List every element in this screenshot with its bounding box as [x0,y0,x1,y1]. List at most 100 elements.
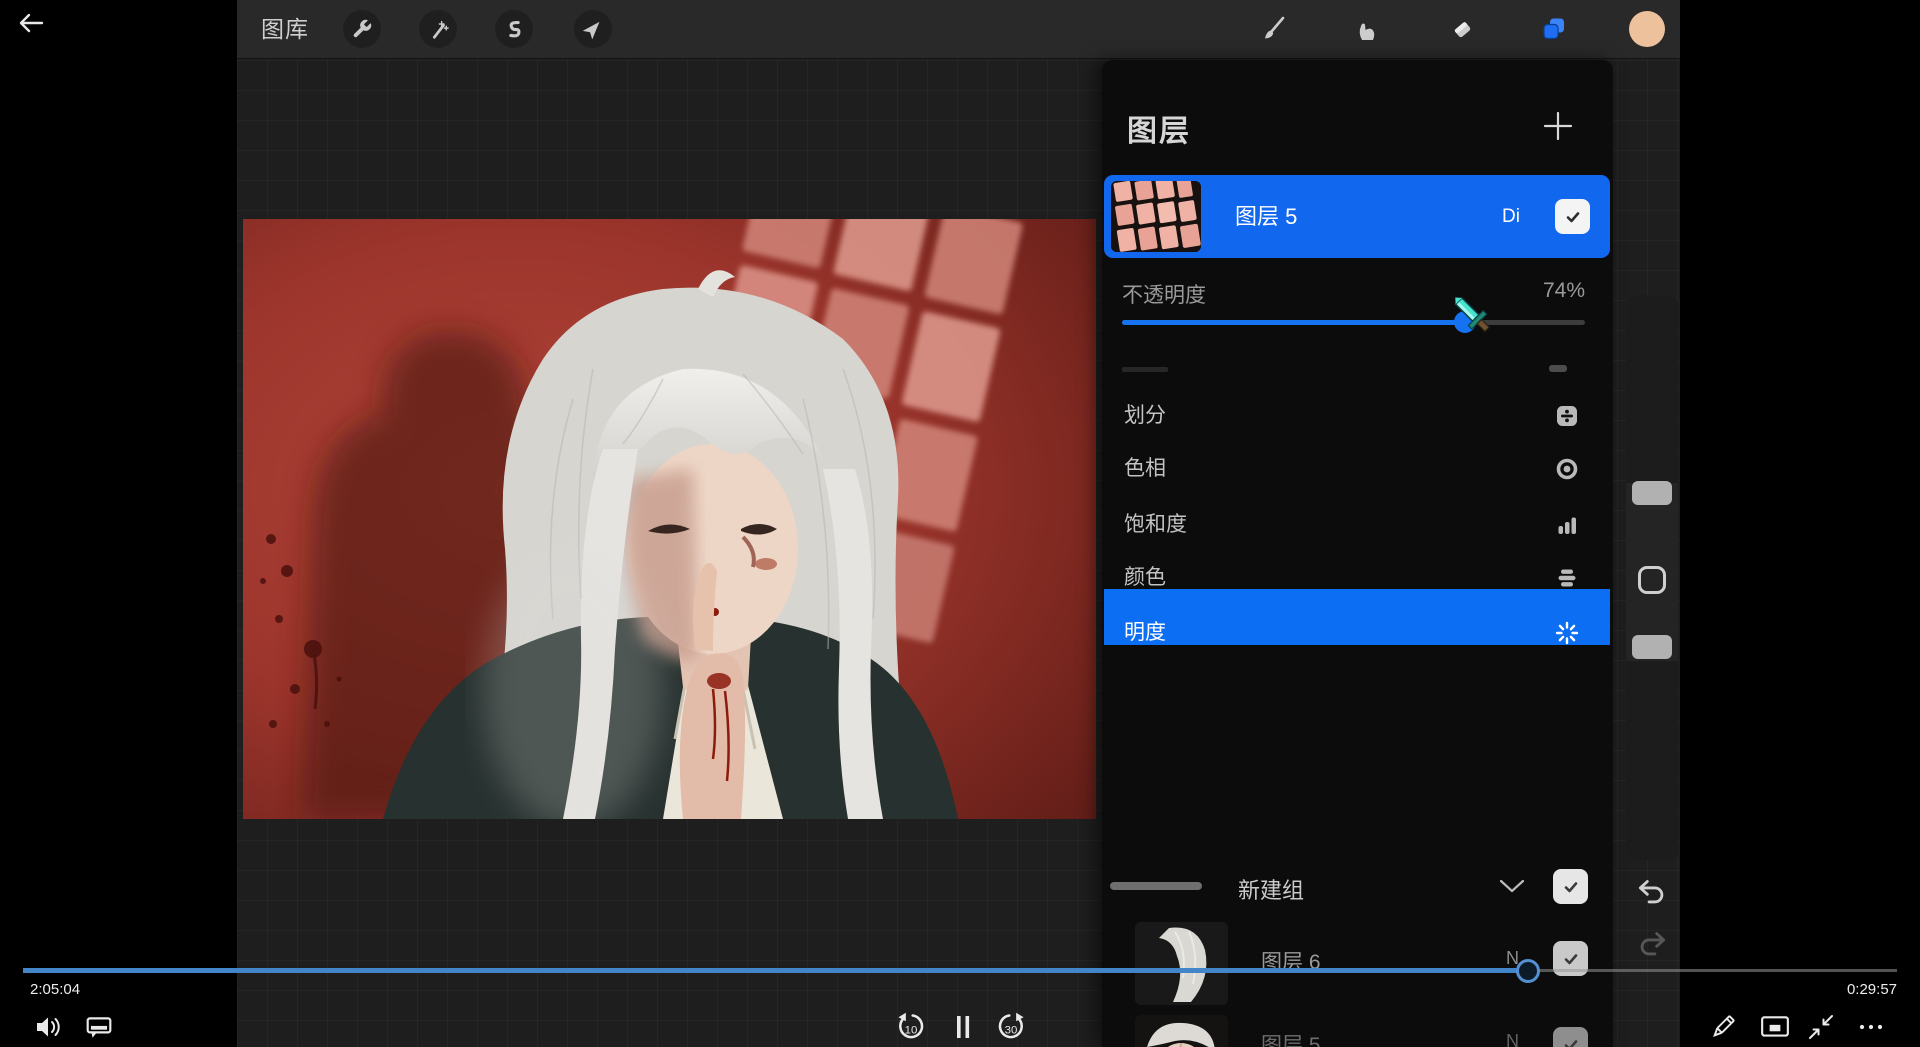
blend-mode-color[interactable]: 颜色 [1104,551,1610,605]
back-button[interactable] [16,10,48,38]
layer-thumbnail [1111,181,1201,252]
plus-icon [1542,110,1574,142]
blend-mode-abbr[interactable]: Di [1502,175,1520,258]
layer-name: 图层 5 [1261,1029,1321,1047]
blend-mode-hue[interactable]: 色相 [1104,442,1610,496]
modify-button[interactable] [1638,566,1666,594]
layers-button[interactable] [1535,10,1573,48]
blend-mode-luminosity[interactable]: 明度 [1104,606,1610,660]
pause-icon [950,1012,976,1042]
blend-label: 饱和度 [1124,498,1187,552]
blend-label: 划分 [1124,389,1166,443]
clipped-blend-row-text [1122,367,1168,372]
pause-button[interactable] [946,1010,980,1044]
gallery-button[interactable]: 图库 [261,0,309,59]
layer-thumbnail [1135,1015,1228,1047]
wrench-icon [351,18,373,40]
rewind-10-button[interactable]: 10 [894,1010,928,1044]
redo-icon [1635,930,1669,958]
size-slider-track[interactable] [1626,295,1678,483]
adjustments-button[interactable] [419,10,457,48]
back-arrow-icon [16,10,46,36]
luminosity-icon [1554,620,1580,646]
blend-label: 明度 [1124,606,1166,660]
opacity-label: 不透明度 [1122,279,1206,309]
exit-fullscreen-button[interactable] [1804,1010,1838,1044]
pip-icon [1760,1014,1790,1040]
forward-30-button[interactable]: 30 [994,1010,1028,1044]
sidebar-opacity-handle[interactable] [1632,635,1672,659]
selection-button[interactable] [495,10,533,48]
current-time: 2:05:04 [30,981,80,998]
pencil-icon [1708,1012,1738,1042]
clipped-blend-row-icon [1549,365,1567,372]
smudge-button[interactable] [1347,10,1385,48]
forward-30-icon: 30 [995,1011,1027,1043]
layer-name: 图层 5 [1235,175,1297,258]
more-options-button[interactable] [1854,1010,1888,1044]
eraser-icon [1449,16,1475,42]
check-icon [1561,877,1581,897]
layer-row-selected[interactable]: 图层 5 Di [1104,175,1610,258]
group-thumbnail-bar [1110,882,1202,890]
brush-sidebar [1626,295,1678,860]
shrink-icon [1807,1013,1835,1041]
blend-mode-divide[interactable]: 划分 [1104,389,1610,443]
undo-icon [1635,878,1669,906]
opacity-value: 74% [1543,279,1585,303]
check-icon [1561,1035,1581,1047]
hue-icon [1554,456,1580,482]
layer-visibility-checkbox[interactable] [1553,1027,1588,1047]
chevron-down-icon[interactable] [1498,878,1526,894]
add-layer-button[interactable] [1542,110,1574,142]
magic-wand-icon [427,18,449,40]
saturation-icon [1554,512,1580,538]
actions-button[interactable] [343,10,381,48]
opacity-slider-fill [1122,320,1465,325]
layer-visibility-checkbox[interactable] [1555,199,1590,234]
blend-label: 颜色 [1124,551,1166,605]
canvas-artwork[interactable] [243,219,1096,819]
svg-text:30: 30 [1005,1024,1018,1036]
selection-s-icon [503,18,525,40]
procreate-app-view: 图库 [237,0,1680,1047]
redo-button[interactable] [1635,930,1669,958]
blend-mode-abbr[interactable]: N [1506,1031,1519,1047]
speaker-icon [33,1013,63,1041]
layers-icon [1541,16,1567,42]
undo-button[interactable] [1635,878,1669,906]
chat-bubble-icon [85,1013,113,1041]
rewind-10-icon: 10 [895,1011,927,1043]
group-visibility-checkbox[interactable] [1553,869,1588,904]
volume-button[interactable] [31,1010,65,1044]
divide-icon [1554,403,1580,429]
blend-mode-saturation[interactable]: 饱和度 [1104,498,1610,552]
eraser-button[interactable] [1443,10,1481,48]
remaining-time: 0:29:57 [1847,981,1897,998]
svg-text:10: 10 [905,1024,918,1036]
layers-panel-title: 图层 [1127,106,1191,150]
color-icon [1554,565,1580,591]
timeline-playhead[interactable] [1516,959,1540,983]
brush-button[interactable] [1254,10,1292,48]
subtitle-danmaku-button[interactable] [82,1010,116,1044]
annotate-button[interactable] [1706,1010,1740,1044]
sword-cursor [1450,293,1498,341]
timeline-rest [1528,969,1897,972]
blend-label: 色相 [1124,442,1166,496]
transform-arrow-icon [582,18,604,40]
top-toolbar: 图库 [237,0,1680,59]
opacity-slider-track[interactable] [1626,661,1678,860]
video-player: 图库 [0,0,1920,1047]
timeline[interactable] [23,964,1897,978]
group-name: 新建组 [1238,873,1304,905]
brush-icon [1260,16,1286,42]
color-swatch-button[interactable] [1629,11,1665,47]
ellipsis-icon [1856,1013,1886,1041]
transform-button[interactable] [574,10,612,48]
mini-player-button[interactable] [1758,1010,1792,1044]
smudge-finger-icon [1353,16,1379,42]
opacity-slider[interactable] [1122,320,1585,325]
check-icon [1563,207,1583,227]
size-slider-handle[interactable] [1632,481,1672,505]
